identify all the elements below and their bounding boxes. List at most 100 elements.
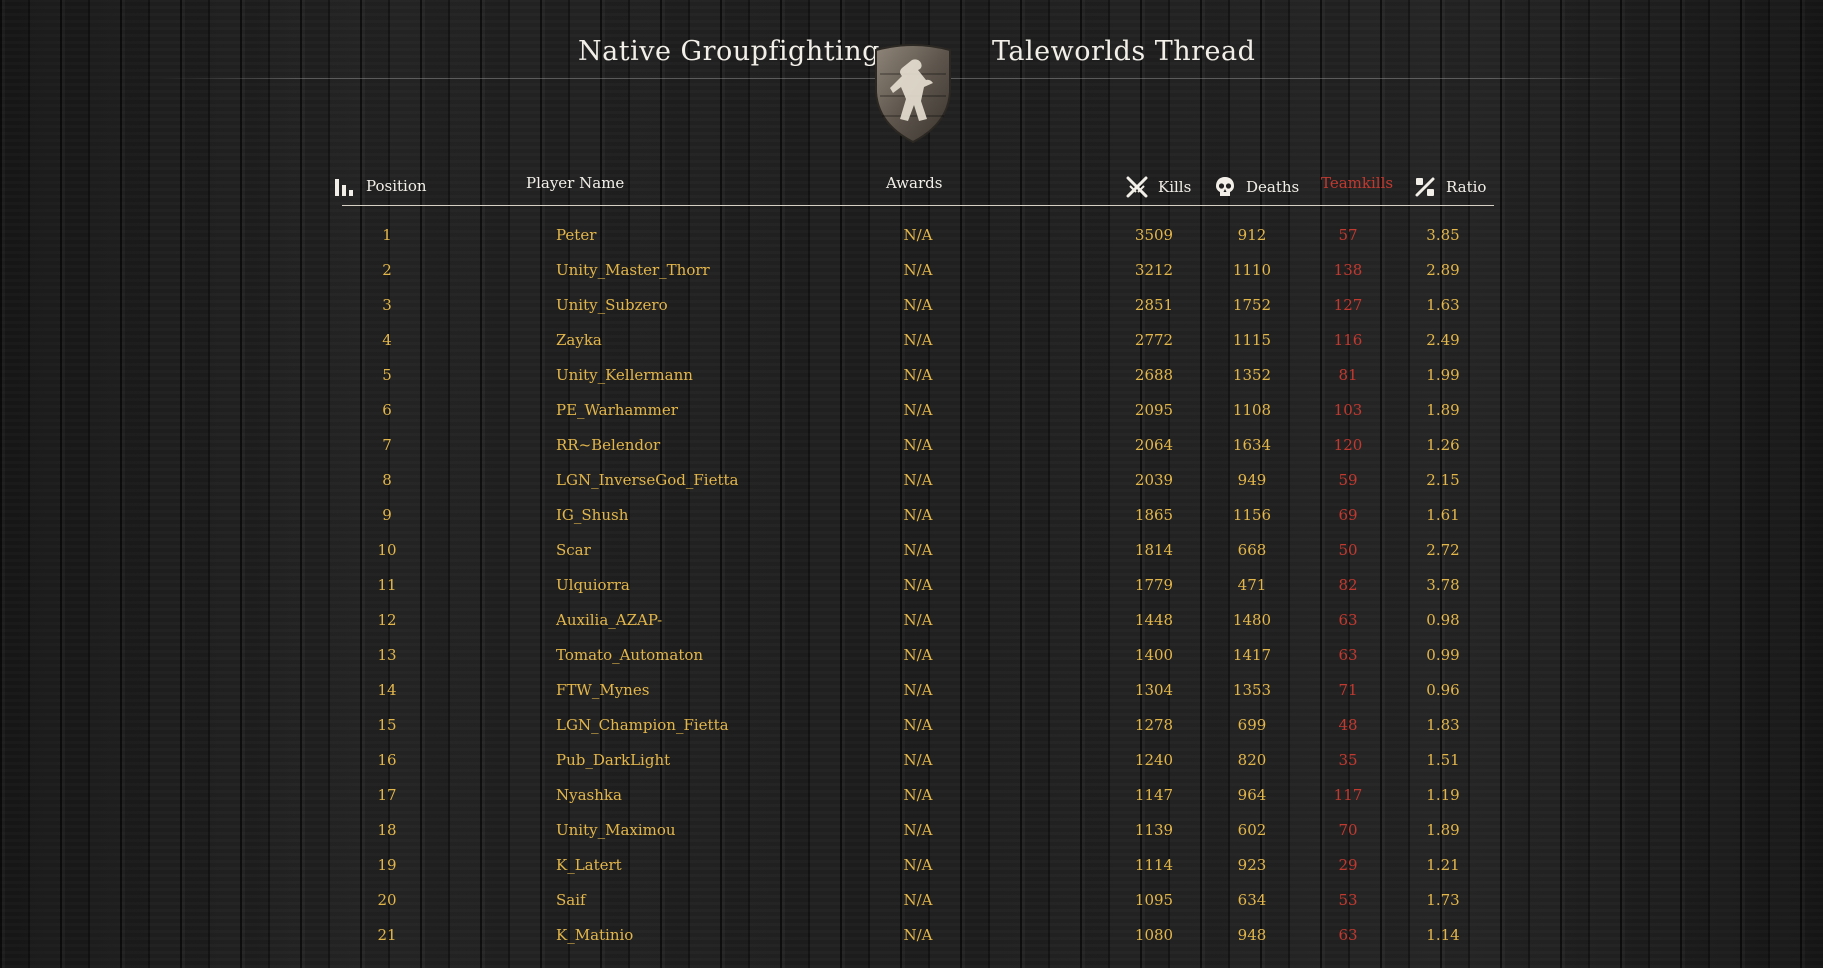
row-teamkills: 70 (1338, 821, 1358, 839)
row-ratio: 1.63 (1426, 296, 1460, 314)
row-player-name[interactable]: K_Latert (556, 856, 622, 874)
ratio-header-label: Ratio (1446, 178, 1487, 196)
row-position: 2 (382, 261, 392, 279)
player-name-header[interactable]: Player Name (526, 174, 624, 192)
row-kills: 2772 (1134, 331, 1174, 349)
row-position: 20 (377, 891, 397, 909)
taleworlds-thread-link[interactable]: Taleworlds Thread (992, 36, 1255, 67)
row-ratio: 1.89 (1426, 401, 1460, 419)
row-position: 17 (377, 786, 397, 804)
row-player-name[interactable]: Tomato_Automaton (556, 646, 703, 664)
table-row[interactable]: 3 Unity_Subzero N/A 2851 1752 127 1.63 (330, 296, 1490, 331)
ratio-header[interactable]: Ratio (1414, 176, 1486, 198)
row-teamkills: 63 (1338, 611, 1358, 629)
awards-header[interactable]: Awards (886, 174, 942, 192)
row-teamkills: 59 (1338, 471, 1358, 489)
row-deaths: 1752 (1232, 296, 1272, 314)
shield-logo-icon[interactable] (872, 44, 954, 144)
row-awards: N/A (903, 751, 933, 769)
row-player-name[interactable]: RR~Belendor (556, 436, 660, 454)
row-teamkills: 116 (1333, 331, 1363, 349)
table-row[interactable]: 12 Auxilia_AZAP- N/A 1448 1480 63 0.98 (330, 611, 1490, 646)
table-row[interactable]: 6 PE_Warhammer N/A 2095 1108 103 1.89 (330, 401, 1490, 436)
table-row[interactable]: 21 K_Matinio N/A 1080 948 63 1.14 (330, 926, 1490, 961)
row-teamkills: 63 (1338, 646, 1358, 664)
row-teamkills: 117 (1333, 786, 1363, 804)
table-row[interactable]: 17 Nyashka N/A 1147 964 117 1.19 (330, 786, 1490, 821)
row-awards: N/A (903, 926, 933, 944)
row-deaths: 1480 (1232, 611, 1272, 629)
row-player-name[interactable]: Nyashka (556, 786, 622, 804)
header-divider (342, 205, 1494, 206)
row-player-name[interactable]: IG_Shush (556, 506, 628, 524)
table-row[interactable]: 16 Pub_DarkLight N/A 1240 820 35 1.51 (330, 751, 1490, 786)
table-row[interactable]: 14 FTW_Mynes N/A 1304 1353 71 0.96 (330, 681, 1490, 716)
table-row[interactable]: 1 Peter N/A 3509 912 57 3.85 (330, 226, 1490, 261)
row-ratio: 0.98 (1426, 611, 1460, 629)
table-row[interactable]: 19 K_Latert N/A 1114 923 29 1.21 (330, 856, 1490, 891)
row-player-name[interactable]: Ulquiorra (556, 576, 630, 594)
deaths-header[interactable]: Deaths (1214, 176, 1299, 198)
row-player-name[interactable]: Unity_Master_Thorr (556, 261, 710, 279)
row-teamkills: 138 (1333, 261, 1363, 279)
row-ratio: 2.15 (1426, 471, 1460, 489)
table-row[interactable]: 4 Zayka N/A 2772 1115 116 2.49 (330, 331, 1490, 366)
row-player-name[interactable]: K_Matinio (556, 926, 633, 944)
row-player-name[interactable]: Unity_Kellermann (556, 366, 693, 384)
awards-header-label: Awards (886, 174, 943, 192)
row-deaths: 964 (1237, 786, 1267, 804)
row-player-name[interactable]: Auxilia_AZAP- (556, 611, 662, 629)
row-position: 10 (377, 541, 397, 559)
table-row[interactable]: 5 Unity_Kellermann N/A 2688 1352 81 1.99 (330, 366, 1490, 401)
percent-icon (1415, 177, 1435, 197)
row-awards: N/A (903, 646, 933, 664)
row-player-name[interactable]: Saif (556, 891, 586, 909)
row-position: 1 (382, 226, 392, 244)
row-player-name[interactable]: Pub_DarkLight (556, 751, 670, 769)
table-row[interactable]: 8 LGN_InverseGod_Fietta N/A 2039 949 59 2.15 (330, 471, 1490, 506)
position-header[interactable]: Position (334, 176, 427, 196)
table-row[interactable]: 13 Tomato_Automaton N/A 1400 1417 63 0.99 (330, 646, 1490, 681)
row-position: 4 (382, 331, 392, 349)
row-ratio: 1.51 (1426, 751, 1460, 769)
row-position: 15 (377, 716, 397, 734)
row-position: 5 (382, 366, 392, 384)
row-player-name[interactable]: FTW_Mynes (556, 681, 649, 699)
native-groupfighting-link[interactable]: Native Groupfighting (578, 36, 880, 67)
row-player-name[interactable]: Zayka (556, 331, 602, 349)
row-position: 7 (382, 436, 392, 454)
teamkills-header[interactable]: Teamkills (1321, 174, 1393, 192)
row-ratio: 1.26 (1426, 436, 1460, 454)
row-awards: N/A (903, 331, 933, 349)
row-awards: N/A (903, 681, 933, 699)
row-teamkills: 53 (1338, 891, 1358, 909)
row-kills: 1814 (1134, 541, 1174, 559)
table-row[interactable]: 11 Ulquiorra N/A 1779 471 82 3.78 (330, 576, 1490, 611)
row-kills: 1304 (1134, 681, 1174, 699)
row-position: 13 (377, 646, 397, 664)
row-teamkills: 71 (1338, 681, 1358, 699)
row-player-name[interactable]: LGN_Champion_Fietta (556, 716, 729, 734)
row-player-name[interactable]: Unity_Subzero (556, 296, 668, 314)
row-deaths: 923 (1237, 856, 1267, 874)
row-kills: 2095 (1134, 401, 1174, 419)
kills-header[interactable]: Kills (1126, 176, 1191, 198)
row-awards: N/A (903, 401, 933, 419)
row-player-name[interactable]: Unity_Maximou (556, 821, 676, 839)
table-row[interactable]: 20 Saif N/A 1095 634 53 1.73 (330, 891, 1490, 926)
row-player-name[interactable]: LGN_InverseGod_Fietta (556, 471, 738, 489)
row-ratio: 2.72 (1426, 541, 1460, 559)
row-kills: 3212 (1134, 261, 1174, 279)
row-position: 6 (382, 401, 392, 419)
table-row[interactable]: 9 IG_Shush N/A 1865 1156 69 1.61 (330, 506, 1490, 541)
row-deaths: 948 (1237, 926, 1267, 944)
table-row[interactable]: 18 Unity_Maximou N/A 1139 602 70 1.89 (330, 821, 1490, 856)
row-position: 12 (377, 611, 397, 629)
table-row[interactable]: 15 LGN_Champion_Fietta N/A 1278 699 48 1.83 (330, 716, 1490, 751)
row-player-name[interactable]: Peter (556, 226, 596, 244)
table-row[interactable]: 7 RR~Belendor N/A 2064 1634 120 1.26 (330, 436, 1490, 471)
table-row[interactable]: 10 Scar N/A 1814 668 50 2.72 (330, 541, 1490, 576)
row-player-name[interactable]: PE_Warhammer (556, 401, 678, 419)
table-row[interactable]: 2 Unity_Master_Thorr N/A 3212 1110 138 2.89 (330, 261, 1490, 296)
row-player-name[interactable]: Scar (556, 541, 591, 559)
